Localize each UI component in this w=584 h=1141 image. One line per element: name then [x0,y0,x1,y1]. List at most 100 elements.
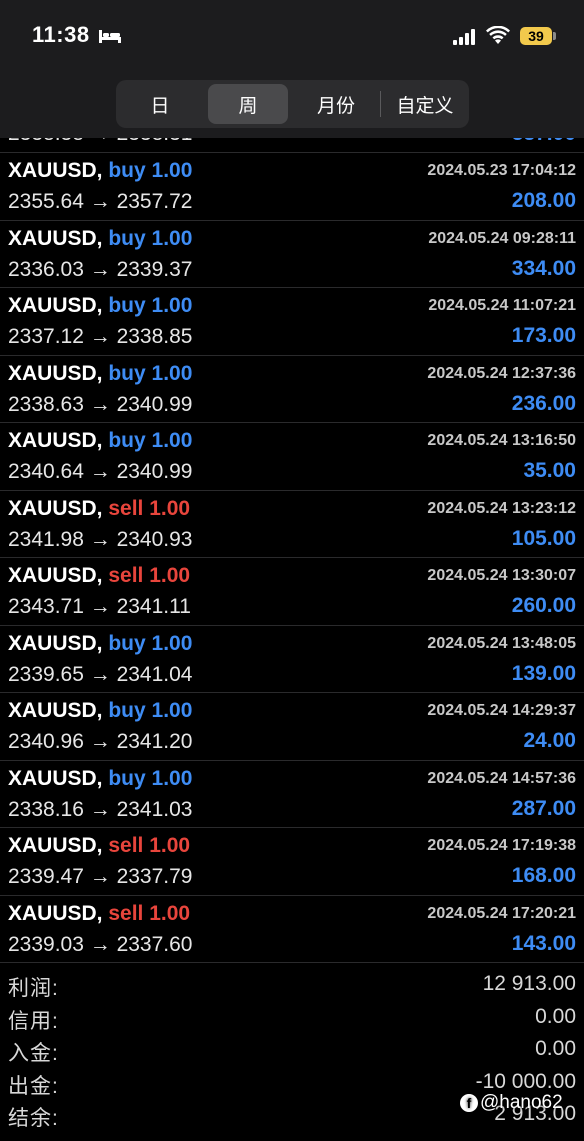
summary-label: 入金: [8,1042,59,1066]
deal-symbol-name: XAUUSD, [8,496,103,520]
deal-side-label: buy [108,766,146,790]
sleep-focus-icon [99,30,121,43]
summary-value: 12 913.00 [482,972,576,995]
deal-symbol-name: XAUUSD, [8,159,103,182]
deal-symbol-name: XAUUSD, [8,294,103,317]
deal-volume: 1.00 [151,429,193,452]
summary-profit-row: 利润: 12 913.00 [0,968,584,1001]
wifi-icon [486,26,510,44]
deal-prices: 2338.16 → 2341.03 [8,797,193,821]
status-time: 11:38 [32,22,90,47]
facebook-icon: f [460,1094,478,1112]
deal-row[interactable]: XAUUSD, buy 1.00 2024.05.24 12:37:36 2338.… [0,356,584,423]
deal-volume: 1.00 [149,901,191,925]
tab-day[interactable]: 日 [120,84,200,124]
deal-datetime: 2024.05.24 13:23:12 [427,499,576,517]
deal-symbol: XAUUSD, sell 1.00 [8,834,190,858]
deal-volume: 1.00 [151,294,193,317]
tab-month[interactable]: 月份 [296,84,376,124]
battery-tip [553,32,556,40]
deal-side-label: sell [108,564,144,587]
deal-prices: 2343.71 → 2341.11 [8,595,191,618]
deal-symbol: XAUUSD, sell 1.00 [8,902,190,926]
deal-side-label: buy [108,159,146,182]
deal-side-label: buy [108,429,146,452]
deal-symbol: XAUUSD, sell 1.00 [8,564,190,588]
deal-symbol: XAUUSD, buy 1.00 [8,227,192,251]
deal-symbol-name: XAUUSD, [8,429,103,452]
deal-row[interactable]: XAUUSD, sell 1.00 2024.05.24 17:19:38 2339… [0,828,584,896]
watermark: f @hano62 [460,1092,563,1114]
deal-row[interactable]: XAUUSD, buy 1.00 2024.05.24 14:29:37 2340.… [0,693,584,761]
deal-datetime: 2024.05.24 13:16:50 [427,432,576,449]
deal-datetime: 2024.05.24 17:20:21 [427,904,576,922]
deal-side-label: buy [108,631,146,655]
tab-custom[interactable]: 自定义 [385,84,465,124]
deal-prices: 2340.96 → 2341.20 [8,730,193,753]
deal-profit: 287.00 [511,796,576,820]
deal-side-label: buy [108,699,146,722]
deal-side-label: sell [108,901,144,925]
deal-row[interactable]: XAUUSD, sell 1.00 2024.05.24 13:23:12 2341… [0,491,584,558]
deal-symbol: XAUUSD, buy 1.00 [8,362,192,386]
partial-deal-row[interactable]: 2338.38 → 2338.31 337.00 [0,138,584,153]
deal-row[interactable]: XAUUSD, buy 1.00 2024.05.24 13:48:05 2339.… [0,626,584,693]
deal-profit: 236.00 [511,391,576,415]
deal-profit: 35.00 [523,459,576,482]
deal-symbol: XAUUSD, buy 1.00 [8,632,192,656]
deal-side: buy 1.00 [108,699,192,722]
deal-row[interactable]: XAUUSD, buy 1.00 2024.05.24 09:28:11 2336.… [0,221,584,288]
deal-row[interactable]: XAUUSD, buy 1.00 2024.05.24 14:57:36 2338.… [0,761,584,828]
deal-side: buy 1.00 [108,362,192,385]
deal-volume: 1.00 [151,631,193,655]
deal-row[interactable]: XAUUSD, buy 1.00 2024.05.24 13:16:50 2340.… [0,423,584,491]
deal-datetime: 2024.05.23 17:04:12 [427,162,576,179]
summary-deposit-row: 入金: 0.00 [0,1033,584,1066]
summary-label: 出金: [8,1074,59,1098]
deal-row[interactable]: XAUUSD, sell 1.00 2024.05.24 17:20:21 2339… [0,896,584,963]
period-header: 日 周 月份 自定义 [0,76,584,138]
period-segmented-control: 日 周 月份 自定义 [116,80,469,128]
deal-symbol-name: XAUUSD, [8,901,103,925]
deal-symbol-name: XAUUSD, [8,564,103,587]
deal-side: buy 1.00 [108,632,192,655]
tab-week[interactable]: 周 [208,84,288,124]
deal-side: sell 1.00 [108,834,190,857]
cellular-signal-icon [453,29,475,45]
deal-prices: 2341.98 → 2340.93 [8,527,193,551]
deal-row[interactable]: XAUUSD, sell 1.00 2024.05.24 13:30:07 2343… [0,558,584,626]
deal-profit: 105.00 [511,526,576,550]
deal-volume: 1.00 [149,496,191,520]
deal-volume: 1.00 [149,834,191,857]
deal-row[interactable]: XAUUSD, buy 1.00 2024.05.23 17:04:12 2355.… [0,153,584,221]
deal-side: sell 1.00 [108,497,190,520]
deal-volume: 1.00 [151,699,193,722]
deal-symbol-name: XAUUSD, [8,699,103,722]
deal-side-label: buy [108,294,146,317]
deal-profit: 337.00 [512,138,576,146]
summary-value: 0.00 [535,1004,576,1028]
segment-divider [380,91,381,117]
deal-volume: 1.00 [151,226,193,250]
deal-symbol: XAUUSD, buy 1.00 [8,429,192,453]
deal-symbol-name: XAUUSD, [8,226,103,250]
deal-volume: 1.00 [151,159,193,182]
deal-side: buy 1.00 [108,767,192,790]
deal-profit: 260.00 [511,594,576,617]
summary-value: 0.00 [535,1037,576,1061]
deal-profit: 208.00 [511,189,576,212]
deal-symbol: XAUUSD, buy 1.00 [8,159,192,183]
deal-side: sell 1.00 [108,902,190,925]
deal-symbol: XAUUSD, sell 1.00 [8,497,190,521]
watermark-handle: @hano62 [480,1092,563,1113]
deal-prices: 2337.12 → 2338.85 [8,325,193,348]
summary-credit-row: 信用: 0.00 [0,1001,584,1034]
deal-symbol: XAUUSD, buy 1.00 [8,767,192,791]
summary-label: 信用: [8,1009,59,1033]
deal-symbol-name: XAUUSD, [8,361,103,385]
deal-symbol-name: XAUUSD, [8,834,103,857]
deal-datetime: 2024.05.24 09:28:11 [428,229,576,247]
deal-side-label: buy [108,226,146,250]
summary-label: 结余: [8,1107,59,1131]
deal-row[interactable]: XAUUSD, buy 1.00 2024.05.24 11:07:21 2337.… [0,288,584,356]
